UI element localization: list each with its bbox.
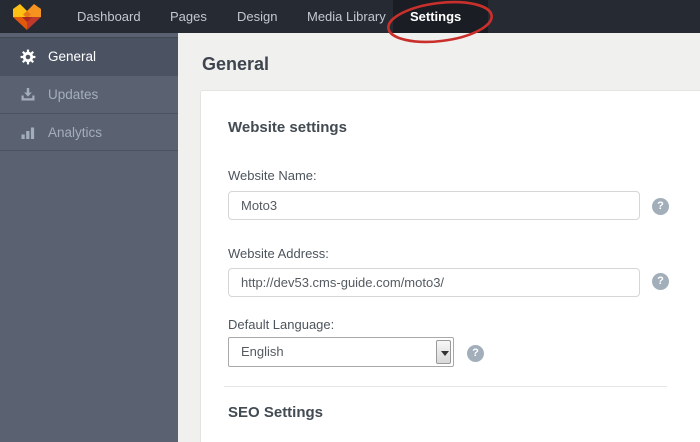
seo-settings-heading: SEO Settings — [228, 404, 324, 421]
help-icon[interactable]: ? — [652, 198, 669, 215]
language-select-value: English — [241, 344, 284, 359]
language-select[interactable]: English — [228, 337, 454, 367]
website-address-label: Website Address: — [228, 246, 329, 261]
sidebar-item-analytics[interactable]: Analytics — [0, 113, 178, 151]
nav-dashboard[interactable]: Dashboard — [77, 0, 141, 33]
page-title: General — [202, 54, 270, 74]
top-navigation-bar: Dashboard Pages Design Media Library Set… — [0, 0, 700, 33]
sidebar-item-label: Analytics — [48, 125, 103, 140]
sidebar-item-label: General — [48, 49, 97, 64]
caret-down-icon — [440, 351, 449, 356]
nav-settings[interactable]: Settings — [410, 0, 461, 33]
nav-media-library[interactable]: Media Library — [307, 0, 386, 33]
settings-sidebar: General Updates Analytics — [0, 33, 178, 442]
sidebar-item-general[interactable]: General — [0, 37, 178, 75]
gear-icon — [20, 49, 36, 65]
app-window: Dashboard Pages Design Media Library Set… — [0, 0, 700, 442]
website-name-label: Website Name: — [228, 168, 317, 183]
help-icon[interactable]: ? — [652, 273, 669, 290]
motocms-logo-icon[interactable] — [13, 4, 41, 30]
dropdown-button[interactable] — [436, 340, 451, 364]
sidebar-item-label: Updates — [48, 87, 99, 102]
nav-pages[interactable]: Pages — [170, 0, 207, 33]
bar-chart-icon — [21, 127, 35, 139]
website-settings-heading: Website settings — [228, 119, 347, 136]
help-icon[interactable]: ? — [467, 345, 484, 362]
section-divider — [224, 386, 667, 387]
website-address-input[interactable] — [228, 268, 640, 297]
sidebar-item-updates[interactable]: Updates — [0, 75, 178, 113]
default-language-label: Default Language: — [228, 317, 335, 332]
website-name-input[interactable] — [228, 191, 640, 220]
main-content: General Website settings Website Name: ?… — [178, 33, 700, 442]
settings-panel: Website settings Website Name: ? Website… — [200, 90, 700, 442]
nav-design[interactable]: Design — [237, 0, 277, 33]
download-icon — [21, 88, 35, 101]
